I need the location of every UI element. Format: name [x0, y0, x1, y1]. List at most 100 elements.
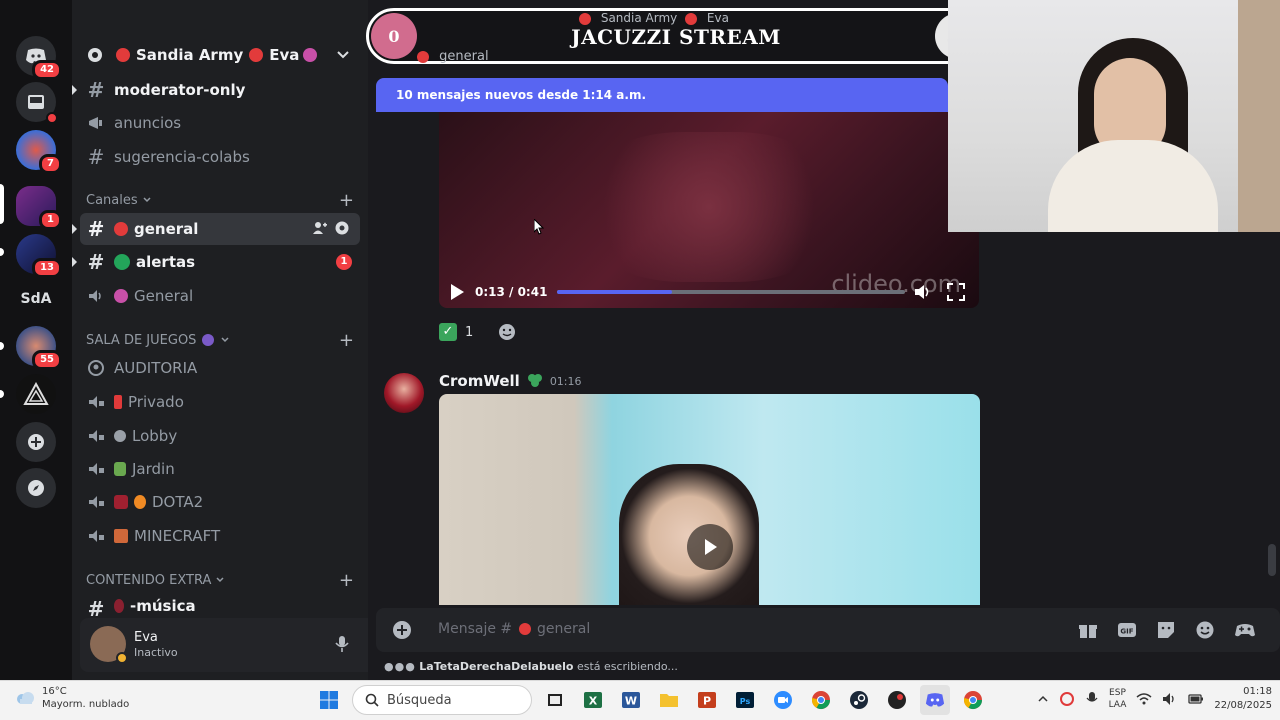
powerpoint-app[interactable]: P: [692, 685, 722, 715]
message-time: 01:16: [549, 374, 582, 388]
banner-text: 10 mensajes nuevos desde 1:14 a.m.: [396, 88, 647, 102]
photoshop-app[interactable]: Ps: [730, 685, 760, 715]
wifi-icon[interactable]: [1136, 692, 1152, 706]
volume-icon[interactable]: [1162, 692, 1178, 706]
fullscreen-icon[interactable]: [947, 283, 965, 301]
play-button[interactable]: [687, 524, 733, 570]
excel-app[interactable]: X: [578, 685, 608, 715]
category-canales[interactable]: Canales +: [86, 190, 362, 211]
app-icon[interactable]: [882, 685, 912, 715]
watermelon-emoji-icon: [116, 48, 130, 62]
language-code: ESP: [1109, 688, 1126, 698]
add-attachment-icon[interactable]: [392, 620, 412, 640]
system-clock[interactable]: 01:18 22/08/2025: [1214, 685, 1272, 713]
server-icon[interactable]: 7: [16, 130, 62, 174]
chrome-profile-app[interactable]: [958, 685, 988, 715]
record-icon[interactable]: [1059, 691, 1075, 707]
channel-musica[interactable]: # -música: [80, 593, 360, 619]
taskbar-search[interactable]: Búsqueda: [352, 685, 532, 715]
speaker-icon: [89, 290, 101, 302]
add-channel-icon[interactable]: +: [339, 190, 354, 211]
microphone-icon[interactable]: [1085, 691, 1099, 707]
server-sda[interactable]: SdA: [16, 279, 56, 319]
compass-icon: [28, 480, 44, 496]
unread-indicator: [72, 85, 77, 95]
category-contenido-extra[interactable]: CONTENIDO EXTRA +: [86, 570, 362, 591]
weather-widget[interactable]: 16°C Mayorm. nublado: [14, 685, 129, 711]
chrome-app[interactable]: [806, 685, 836, 715]
video-progress-bar[interactable]: [557, 290, 905, 294]
zoom-app[interactable]: [768, 685, 798, 715]
channel-anuncios[interactable]: anuncios: [80, 107, 360, 139]
battery-icon[interactable]: [1188, 693, 1204, 705]
overlay-title: JACUZZI STREAM: [571, 25, 781, 49]
clock-time: 01:18: [1243, 686, 1272, 697]
gif-icon[interactable]: GIF: [1117, 620, 1137, 640]
voice-channel-jardin[interactable]: Jardin: [80, 453, 360, 485]
task-view-button[interactable]: [540, 685, 570, 715]
category-sala-de-juegos[interactable]: SALA DE JUEGOS +: [86, 330, 362, 351]
composer-tools: GIF: [1078, 620, 1256, 640]
chevron-down-icon: [216, 577, 224, 583]
video-attachment[interactable]: clideo.com 0:13 / 0:41: [439, 112, 979, 308]
steam-app[interactable]: [844, 685, 874, 715]
chevron-up-icon[interactable]: [1037, 693, 1049, 705]
voice-channel-auditoria[interactable]: AUDITORIA: [80, 352, 360, 384]
add-reaction-icon[interactable]: [497, 322, 517, 342]
gear-icon[interactable]: [334, 220, 350, 236]
scrollbar-thumb[interactable]: [1268, 544, 1276, 576]
inbox-button[interactable]: [16, 82, 58, 124]
voice-channel-minecraft[interactable]: MINECRAFT: [80, 520, 360, 552]
server-icon[interactable]: 55: [16, 326, 62, 370]
game-app-icon: [888, 691, 906, 709]
emoji-icon[interactable]: [1195, 620, 1215, 640]
voice-channel-dota2[interactable]: DOTA2: [80, 486, 360, 518]
invite-icon[interactable]: [312, 220, 328, 236]
play-icon[interactable]: [449, 283, 465, 301]
alien-emoji-icon: [202, 334, 215, 346]
powerpoint-icon: P: [698, 692, 716, 708]
fire-emoji-icon: [134, 495, 146, 509]
message-composer[interactable]: Mensaje # general GIF: [376, 608, 1280, 652]
discord-app[interactable]: [920, 685, 950, 715]
file-explorer-app[interactable]: [654, 685, 684, 715]
message-avatar[interactable]: [384, 373, 424, 413]
start-button[interactable]: [314, 685, 344, 715]
server-icon[interactable]: 1: [16, 186, 62, 230]
add-channel-icon[interactable]: +: [339, 330, 354, 351]
discover-button[interactable]: [16, 468, 56, 508]
server-header[interactable]: Sandia Army Eva: [72, 36, 368, 74]
volume-icon[interactable]: [913, 283, 933, 301]
server-icon[interactable]: 13: [16, 234, 62, 278]
word-app[interactable]: W: [616, 685, 646, 715]
video-attachment[interactable]: [439, 394, 980, 605]
server-icon[interactable]: [16, 374, 56, 414]
sticker-icon[interactable]: [1156, 620, 1176, 640]
discord-home-button[interactable]: 42: [16, 36, 62, 80]
voice-channel-general[interactable]: General: [80, 280, 360, 312]
new-messages-banner[interactable]: 10 mensajes nuevos desde 1:14 a.m.: [376, 78, 948, 112]
add-server-button[interactable]: [16, 422, 56, 462]
add-channel-icon[interactable]: +: [339, 570, 354, 591]
gift-icon[interactable]: [1078, 620, 1098, 640]
channel-alertas[interactable]: # alertas 1: [72, 246, 360, 278]
channel-label: DOTA2: [152, 493, 204, 511]
watermelon-emoji-icon: [579, 12, 591, 25]
message-author[interactable]: CromWell: [439, 372, 520, 390]
activities-icon[interactable]: [1234, 620, 1256, 640]
svg-text:P: P: [703, 695, 711, 708]
typing-text: está escribiendo...: [576, 660, 678, 673]
channel-label: General: [134, 287, 194, 305]
svg-text:GIF: GIF: [1120, 628, 1133, 636]
microphone-icon[interactable]: [332, 634, 352, 654]
green-circle-emoji-icon: [114, 254, 130, 270]
video-frame: [579, 132, 839, 282]
mouse-cursor-icon: [534, 219, 544, 235]
channel-general[interactable]: # general: [72, 213, 360, 245]
language-indicator[interactable]: ESP LAA: [1109, 687, 1127, 711]
voice-channel-privado[interactable]: Privado: [80, 386, 360, 418]
voice-channel-lobby[interactable]: Lobby: [80, 420, 360, 452]
channel-moderator-only[interactable]: # moderator-only: [72, 74, 360, 106]
check-mark-icon[interactable]: ✓: [439, 323, 457, 341]
channel-sugerencia-colabs[interactable]: # sugerencia-colabs: [80, 141, 360, 173]
